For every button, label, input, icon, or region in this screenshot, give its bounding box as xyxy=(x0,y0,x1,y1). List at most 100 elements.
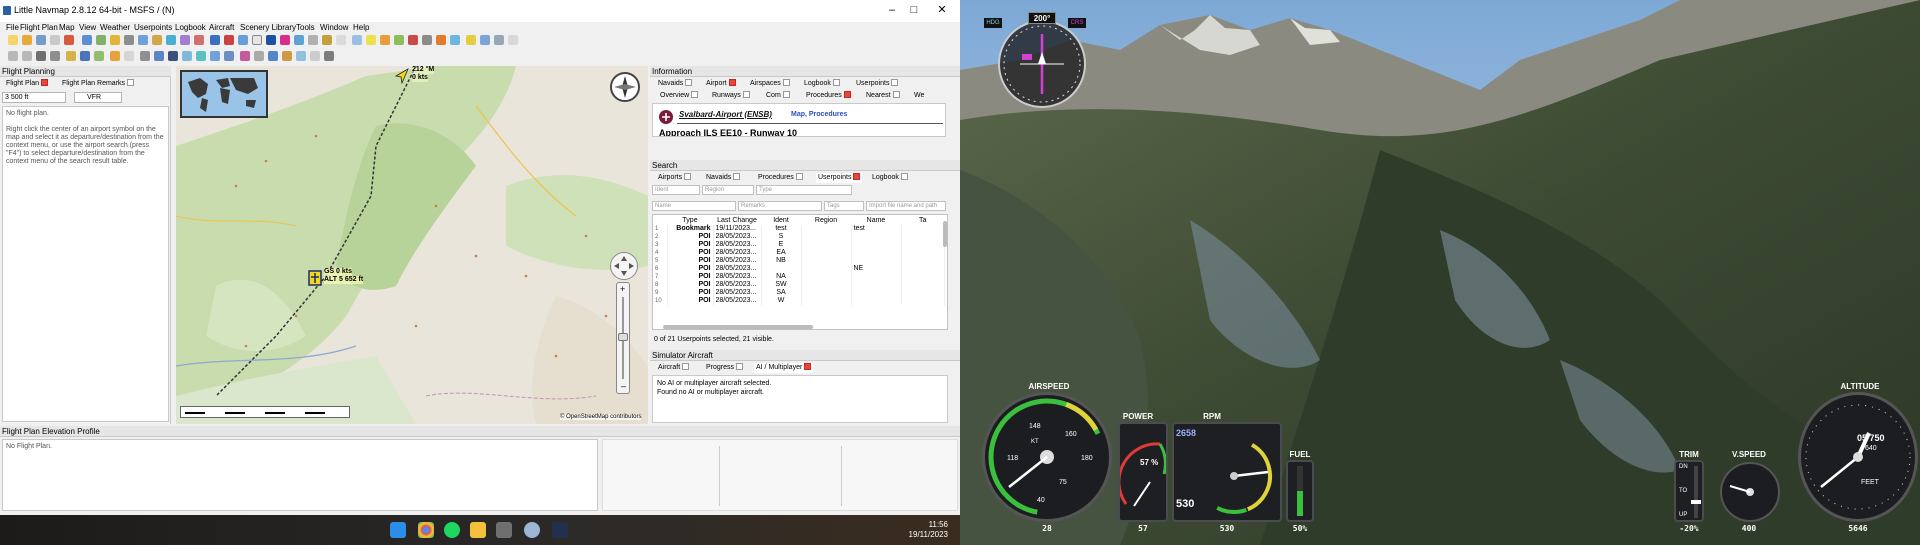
reverse-icon[interactable] xyxy=(94,51,104,61)
sync-icon[interactable] xyxy=(296,51,306,61)
restricted-icon[interactable] xyxy=(224,35,234,45)
close-tab-icon[interactable] xyxy=(736,363,744,370)
userpoints-table[interactable]: Type Last Change Ident Region Name Ta 1B… xyxy=(652,214,948,330)
col-last-change[interactable]: Last Change xyxy=(713,217,761,225)
web-icon[interactable] xyxy=(268,51,278,61)
menu-userpoints[interactable]: Userpoints xyxy=(134,22,172,33)
map-procedures-link[interactable]: Map, Procedures xyxy=(791,111,847,118)
waypoint-icon[interactable] xyxy=(180,35,190,45)
sun-icon[interactable] xyxy=(466,35,476,45)
table-row[interactable]: 7 POI 28/05/2023... NA xyxy=(653,273,945,281)
copy-icon[interactable] xyxy=(154,51,164,61)
tab-flight-plan[interactable]: Flight Plan xyxy=(6,79,49,89)
pdf-icon[interactable] xyxy=(282,51,292,61)
vor-icon[interactable] xyxy=(152,35,162,45)
osm-attribution[interactable]: © OpenStreetMap contributors xyxy=(560,414,642,420)
clock-time[interactable]: 11:56 xyxy=(920,520,948,529)
redo-icon[interactable] xyxy=(22,51,32,61)
menu-aircraft[interactable]: Aircraft xyxy=(209,22,234,33)
close-tab-icon[interactable] xyxy=(728,79,736,86)
close-tab-icon[interactable] xyxy=(127,79,135,86)
maximize-button[interactable]: □ xyxy=(902,3,926,17)
wind-icon[interactable] xyxy=(280,35,290,45)
msfs-taskbar-icon[interactable] xyxy=(552,522,568,538)
save-icon[interactable] xyxy=(36,35,46,45)
tags-filter[interactable]: Tags xyxy=(824,201,864,211)
close-tab-icon[interactable] xyxy=(782,79,790,86)
menu-map[interactable]: Map xyxy=(59,22,75,33)
cut-icon[interactable] xyxy=(140,51,150,61)
link-icon[interactable] xyxy=(50,51,60,61)
measure-icon[interactable] xyxy=(294,35,304,45)
jet-icon[interactable] xyxy=(394,35,404,45)
file-explorer-icon[interactable] xyxy=(470,522,486,538)
weather-icon[interactable] xyxy=(352,35,362,45)
close-tab-icon[interactable] xyxy=(733,173,741,180)
zoom-slider[interactable]: + – xyxy=(616,282,630,394)
table-row[interactable]: 3 POI 28/05/2023... E xyxy=(653,241,945,249)
tab-search-airports[interactable]: Airports xyxy=(658,173,692,183)
search-icon[interactable] xyxy=(182,51,192,61)
grid-icon[interactable] xyxy=(252,35,262,45)
home-icon[interactable] xyxy=(82,35,92,45)
rain-icon[interactable] xyxy=(494,35,504,45)
tab-weather[interactable]: We xyxy=(914,91,924,101)
user-aircraft[interactable]: GS 0 kts ALT 5 652 ft xyxy=(308,266,398,296)
tab-overview[interactable]: Overview xyxy=(660,91,699,101)
tab-com[interactable]: Com xyxy=(766,91,790,101)
col-region[interactable]: Region xyxy=(801,217,851,225)
menu-tools[interactable]: Tools xyxy=(296,22,315,33)
airport-icon[interactable] xyxy=(96,35,106,45)
type-filter[interactable]: Type xyxy=(756,185,852,195)
close-tab-icon[interactable] xyxy=(832,79,840,86)
overview-minimap[interactable] xyxy=(180,70,268,118)
save-as-icon[interactable] xyxy=(50,35,60,45)
close-tab-icon[interactable] xyxy=(804,363,812,370)
col-ident[interactable]: Ident xyxy=(761,217,801,225)
close-tab-icon[interactable] xyxy=(684,173,692,180)
import-path-filter[interactable]: Import file name and path xyxy=(866,201,946,211)
trail-icon[interactable] xyxy=(336,35,346,45)
flag-icon[interactable] xyxy=(238,35,248,45)
col-tags[interactable]: Ta xyxy=(901,217,945,225)
moon-icon[interactable] xyxy=(508,35,518,45)
spotify-icon[interactable] xyxy=(444,522,460,538)
tab-userpoints[interactable]: Userpoints xyxy=(856,79,899,89)
menu-view[interactable]: View xyxy=(79,22,96,33)
close-tab-icon[interactable] xyxy=(853,173,861,180)
direct-icon[interactable] xyxy=(80,51,90,61)
close-tab-icon[interactable] xyxy=(892,91,900,98)
name-filter[interactable]: Name xyxy=(652,201,736,211)
airway-icon[interactable] xyxy=(66,51,76,61)
menu-logbook[interactable]: Logbook xyxy=(175,22,206,33)
windows-start-icon[interactable] xyxy=(390,522,406,538)
region-filter[interactable]: Region xyxy=(702,185,754,195)
tab-logbook[interactable]: Logbook xyxy=(804,79,840,89)
route-icon[interactable] xyxy=(124,35,134,45)
flightplan-icon[interactable] xyxy=(110,35,120,45)
map-view[interactable]: 212 °M 0 kts GS 0 kts ALT 5 652 ft + – ©… xyxy=(176,66,648,424)
tab-flight-plan-remarks[interactable]: Flight Plan Remarks xyxy=(62,79,135,89)
close-tab-icon[interactable] xyxy=(682,363,690,370)
tab-progress[interactable]: Progress xyxy=(706,363,744,373)
radio-icon[interactable] xyxy=(408,35,418,45)
plane-icon[interactable] xyxy=(422,35,432,45)
close-tab-icon[interactable] xyxy=(891,79,899,86)
open-icon[interactable] xyxy=(22,35,32,45)
mora-icon[interactable] xyxy=(266,35,276,45)
compass-rose-icon[interactable] xyxy=(610,72,640,102)
cross-icon[interactable] xyxy=(168,51,178,61)
print-icon[interactable] xyxy=(254,51,264,61)
close-tab-icon[interactable] xyxy=(685,79,693,86)
little-navmap-taskbar-icon[interactable] xyxy=(524,522,540,538)
menu-help[interactable]: Help xyxy=(353,22,369,33)
table-scrollbar[interactable] xyxy=(943,221,947,247)
menu-flight-plan[interactable]: Flight Plan xyxy=(20,22,58,33)
arrow-icon[interactable] xyxy=(380,35,390,45)
menu-scenery-library[interactable]: Scenery Library xyxy=(240,22,296,33)
cruise-altitude-field[interactable]: 3 500 ft xyxy=(2,92,66,103)
store-icon[interactable] xyxy=(496,522,512,538)
list-icon[interactable] xyxy=(310,51,320,61)
menu-weather[interactable]: Weather xyxy=(100,22,130,33)
new-icon[interactable] xyxy=(8,35,18,45)
